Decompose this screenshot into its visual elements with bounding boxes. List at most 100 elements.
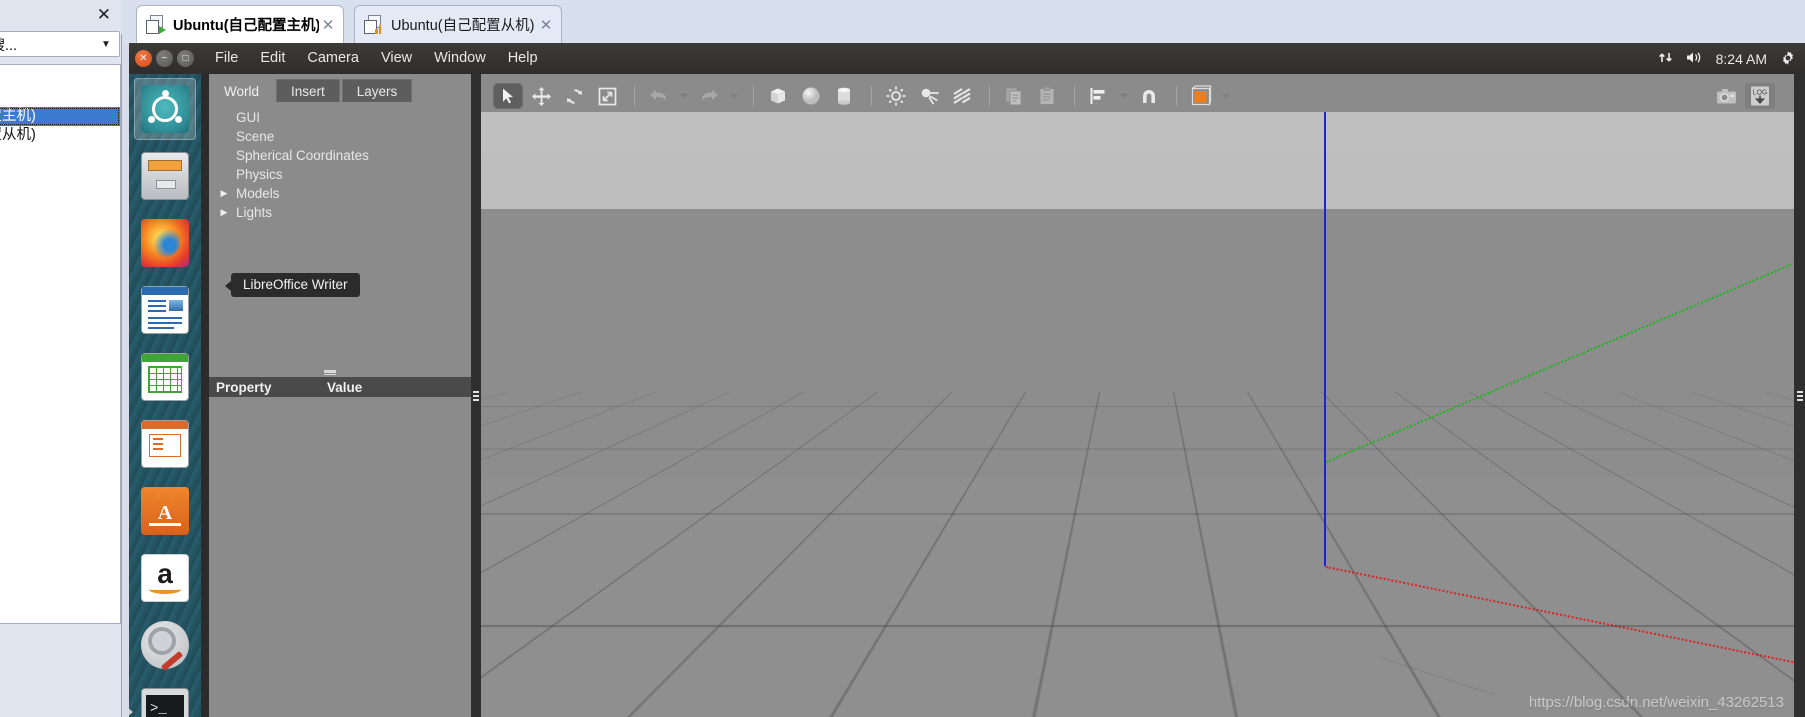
chevron-down-icon[interactable]: ▼ bbox=[93, 39, 119, 50]
snap-button[interactable] bbox=[1134, 83, 1164, 109]
tree-item-lights[interactable]: ▶ Lights bbox=[217, 203, 465, 222]
insert-sphere-button[interactable] bbox=[796, 83, 826, 109]
list-item[interactable]: ntu(自己配置从机) bbox=[0, 126, 120, 145]
copy-button[interactable] bbox=[999, 83, 1029, 109]
redo-dropdown-caret[interactable] bbox=[727, 83, 740, 109]
minimize-icon: − bbox=[161, 53, 168, 64]
paste-button[interactable] bbox=[1032, 83, 1062, 109]
menu-file[interactable]: File bbox=[204, 43, 249, 74]
list-item[interactable]: 机 bbox=[0, 69, 120, 88]
vm-library-list[interactable]: 机 ntu 64 位 ntu(自己配置主机) ntu(自己配置从机) 拟机 bbox=[0, 64, 121, 624]
volume-icon[interactable] bbox=[1686, 50, 1703, 67]
amazon-icon: a bbox=[141, 554, 189, 602]
unity-launcher: A a bbox=[129, 74, 201, 717]
libreoffice-impress-icon bbox=[141, 420, 189, 468]
property-table-header: Property Value bbox=[209, 377, 471, 397]
left-panel-splitter[interactable] bbox=[471, 74, 481, 717]
launcher-item-libreoffice-writer[interactable] bbox=[134, 279, 196, 341]
tree-item-scene[interactable]: Scene bbox=[217, 127, 465, 146]
libreoffice-calc-icon bbox=[141, 353, 189, 401]
chevron-right-icon[interactable]: ▶ bbox=[217, 203, 231, 222]
close-icon: ✕ bbox=[139, 53, 148, 64]
tree-item-models[interactable]: ▶ Models bbox=[217, 184, 465, 203]
undo-dropdown-caret[interactable] bbox=[677, 83, 690, 109]
library-titlebar: ✕ bbox=[0, 0, 122, 34]
launcher-item-amazon[interactable]: a bbox=[134, 547, 196, 609]
grip-dots-icon bbox=[473, 390, 479, 401]
screenshot-root: ✕ 入内容进行搜... ▼ 机 ntu 64 位 ntu(自己配置主机) ntu… bbox=[0, 0, 1805, 717]
toolbar-right-group: LOG bbox=[1712, 83, 1794, 109]
toolbar-separator bbox=[871, 86, 872, 106]
tree-item-physics[interactable]: Physics bbox=[217, 165, 465, 184]
menu-edit[interactable]: Edit bbox=[249, 43, 296, 74]
insert-point-light-button[interactable] bbox=[881, 83, 911, 109]
launcher-item-firefox[interactable] bbox=[134, 212, 196, 274]
tree-item-gui[interactable]: GUI bbox=[217, 108, 465, 127]
launcher-item-ubuntu-dash[interactable] bbox=[134, 78, 196, 140]
menu-view[interactable]: View bbox=[370, 43, 423, 74]
launcher-item-files[interactable] bbox=[134, 145, 196, 207]
undo-button[interactable] bbox=[644, 83, 674, 109]
log-button[interactable]: LOG bbox=[1745, 83, 1775, 109]
menu-window[interactable]: Window bbox=[423, 43, 497, 74]
list-item-selected[interactable]: ntu(自己配置主机) bbox=[0, 107, 120, 126]
align-dropdown-caret[interactable] bbox=[1117, 83, 1130, 109]
redo-button[interactable] bbox=[694, 83, 724, 109]
running-indicator-left bbox=[129, 708, 133, 716]
list-item[interactable]: 拟机 bbox=[0, 145, 120, 164]
launcher-item-libreoffice-calc[interactable] bbox=[134, 346, 196, 408]
screenshot-button[interactable] bbox=[1712, 83, 1742, 109]
toolbar-separator bbox=[1074, 86, 1075, 106]
insert-box-button[interactable] bbox=[763, 83, 793, 109]
property-splitter-handle[interactable] bbox=[324, 370, 336, 375]
tree-item-label: Spherical Coordinates bbox=[236, 148, 369, 163]
network-icon[interactable] bbox=[1658, 50, 1673, 67]
insert-cylinder-button[interactable] bbox=[829, 83, 859, 109]
tab-insert[interactable]: Insert bbox=[276, 79, 340, 102]
library-search-value: 入内容进行搜... bbox=[0, 37, 18, 54]
right-panel-splitter[interactable] bbox=[1794, 74, 1805, 717]
select-mode-button[interactable] bbox=[493, 83, 523, 109]
grip-dots-icon bbox=[1796, 390, 1803, 401]
view-angle-button[interactable] bbox=[1186, 83, 1216, 109]
tab-ubuntu-slave[interactable]: Ubuntu(自己配置从机) ✕ bbox=[354, 5, 562, 43]
chevron-right-icon[interactable]: ▶ bbox=[217, 184, 231, 203]
library-search-input[interactable]: 入内容进行搜... ▼ bbox=[0, 31, 120, 57]
scale-mode-button[interactable] bbox=[592, 83, 622, 109]
insert-directional-light-button[interactable] bbox=[947, 83, 977, 109]
tree-item-label: Lights bbox=[236, 205, 273, 220]
tab-ubuntu-master[interactable]: Ubuntu(自己配置主机) ✕ bbox=[136, 5, 344, 43]
window-controls: ✕ − □ bbox=[129, 50, 204, 67]
world-tree: GUI Scene Spherical Coordinates Physics bbox=[217, 108, 465, 222]
vmware-library-panel: ✕ 入内容进行搜... ▼ 机 ntu 64 位 ntu(自己配置主机) ntu… bbox=[0, 0, 122, 717]
clock[interactable]: 8:24 AM bbox=[1716, 51, 1767, 67]
list-item[interactable]: ntu 64 位 bbox=[0, 88, 120, 107]
launcher-item-system-settings[interactable] bbox=[134, 614, 196, 676]
unity-top-panel: ✕ − □ File Edit Camera View Window Help … bbox=[129, 43, 1805, 74]
view-angle-dropdown-caret[interactable] bbox=[1219, 83, 1232, 109]
gear-icon[interactable] bbox=[1780, 50, 1796, 68]
tree-item-label: Physics bbox=[236, 167, 283, 182]
tab-world[interactable]: World bbox=[209, 79, 275, 102]
menu-help[interactable]: Help bbox=[497, 43, 549, 74]
gazebo-3d-viewport[interactable]: https://blog.csdn.net/weixin_43262513 bbox=[481, 112, 1794, 717]
launcher-item-ubuntu-software-center[interactable]: A bbox=[134, 480, 196, 542]
launcher-item-terminal[interactable] bbox=[129, 681, 196, 717]
toolbar-separator bbox=[634, 86, 635, 106]
window-minimize-button[interactable]: − bbox=[156, 50, 173, 67]
launcher-item-libreoffice-impress[interactable] bbox=[134, 413, 196, 475]
property-table-body bbox=[209, 397, 471, 717]
translate-mode-button[interactable] bbox=[526, 83, 556, 109]
rotate-mode-button[interactable] bbox=[559, 83, 589, 109]
tab-layers[interactable]: Layers bbox=[341, 79, 413, 102]
launcher-tooltip: LibreOffice Writer bbox=[225, 273, 360, 297]
library-close-icon[interactable]: ✕ bbox=[97, 6, 111, 23]
window-maximize-button[interactable]: □ bbox=[177, 50, 194, 67]
insert-spot-light-button[interactable] bbox=[914, 83, 944, 109]
tree-item-spherical-coordinates[interactable]: Spherical Coordinates bbox=[217, 146, 465, 165]
close-icon[interactable]: ✕ bbox=[537, 16, 555, 34]
window-close-button[interactable]: ✕ bbox=[135, 50, 152, 67]
close-icon[interactable]: ✕ bbox=[319, 16, 337, 34]
align-button[interactable] bbox=[1084, 83, 1114, 109]
menu-camera[interactable]: Camera bbox=[296, 43, 370, 74]
